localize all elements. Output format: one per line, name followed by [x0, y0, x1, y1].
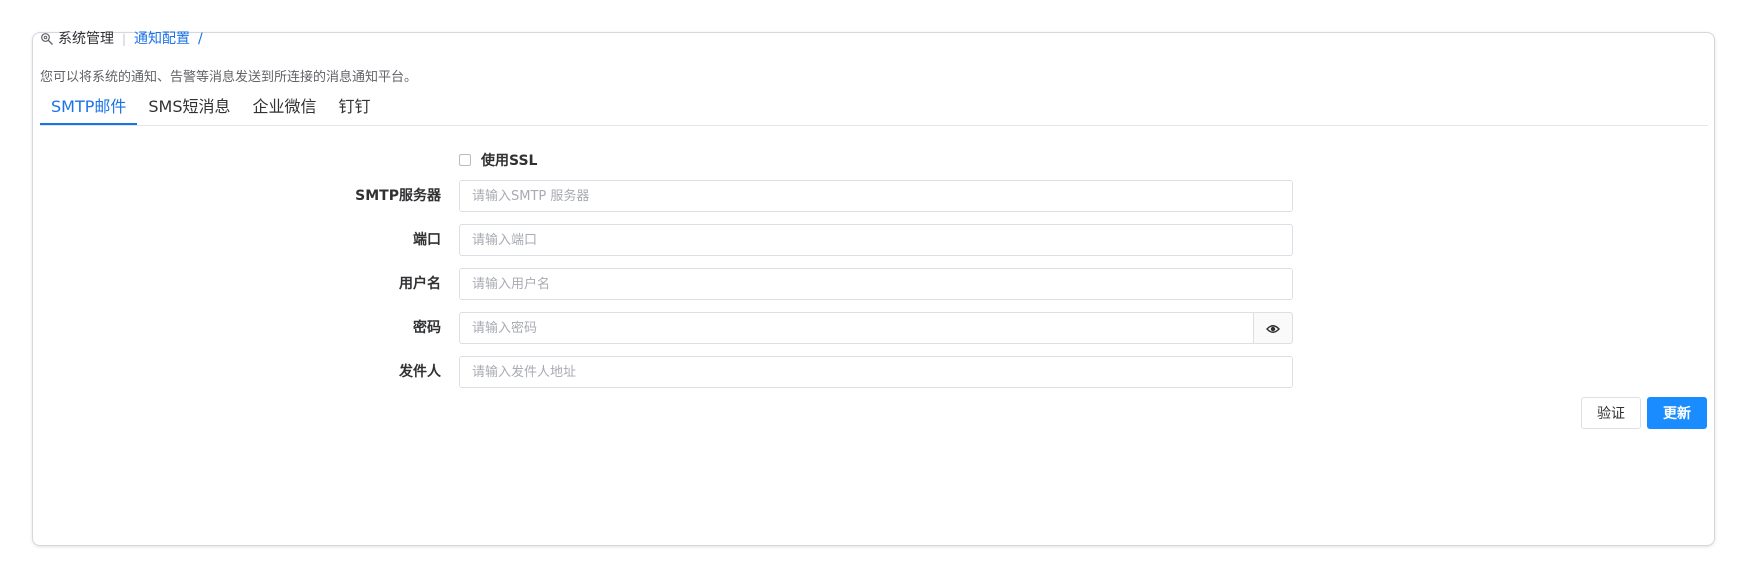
page-description: 您可以将系统的通知、告警等消息发送到所连接的消息通知平台。	[40, 70, 418, 85]
ssl-label: 使用SSL	[481, 153, 538, 169]
tab-wecom[interactable]: 企业微信	[242, 95, 328, 125]
breadcrumb-slash: /	[198, 31, 203, 47]
smtp-server-input[interactable]	[459, 180, 1293, 212]
sender-input[interactable]	[459, 356, 1293, 388]
settings-search-icon	[40, 32, 54, 46]
tab-dingtalk[interactable]: 钉钉	[328, 95, 382, 125]
verify-button[interactable]: 验证	[1581, 397, 1641, 429]
password-input[interactable]	[459, 312, 1254, 344]
update-button[interactable]: 更新	[1647, 397, 1707, 429]
username-input[interactable]	[459, 268, 1293, 300]
password-visibility-toggle[interactable]	[1253, 312, 1293, 344]
ssl-checkbox[interactable]	[459, 154, 471, 166]
server-label: SMTP服务器	[355, 188, 441, 204]
form-row-server: SMTP服务器	[33, 180, 1333, 212]
breadcrumb-root[interactable]: 系统管理	[58, 29, 114, 49]
eye-icon	[1266, 319, 1280, 338]
sender-label: 发件人	[399, 364, 441, 380]
notification-config-card: 系统管理 | 通知配置 / 您可以将系统的通知、告警等消息发送到所连接的消息通知…	[32, 29, 1715, 546]
username-label: 用户名	[399, 276, 441, 292]
breadcrumb: 系统管理 | 通知配置 /	[40, 29, 203, 49]
tab-smtp[interactable]: SMTP邮件	[40, 95, 138, 125]
form-row-password: 密码	[33, 312, 1333, 344]
form-row-port: 端口	[33, 224, 1333, 256]
form-row-username: 用户名	[33, 268, 1333, 300]
form-row-sender: 发件人	[33, 356, 1333, 388]
tab-bar: SMTP邮件 SMS短消息 企业微信 钉钉	[40, 95, 1708, 126]
password-label: 密码	[413, 320, 441, 336]
breadcrumb-current[interactable]: 通知配置	[134, 29, 190, 49]
tab-sms[interactable]: SMS短消息	[137, 95, 241, 125]
ssl-checkbox-row[interactable]: 使用SSL	[459, 150, 537, 170]
port-input[interactable]	[459, 224, 1293, 256]
port-label: 端口	[413, 232, 441, 248]
breadcrumb-divider: |	[122, 32, 127, 46]
